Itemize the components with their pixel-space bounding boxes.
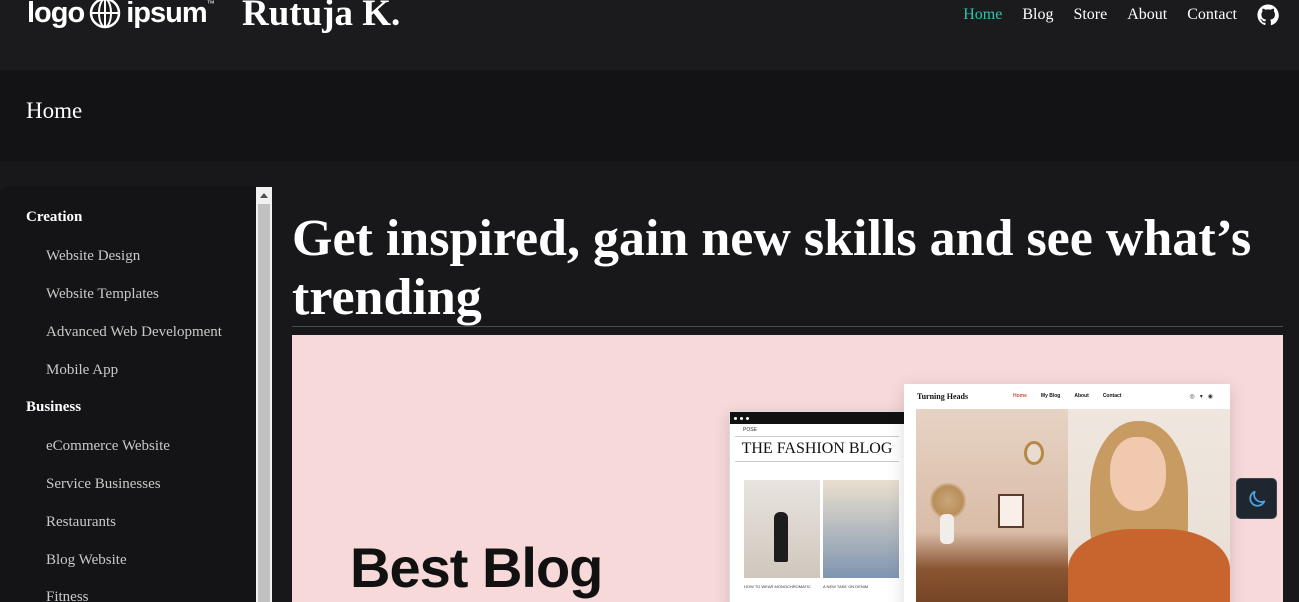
sidebar-item-mobile-app[interactable]: Mobile App	[46, 362, 118, 379]
social-icons: ◎▾◉	[1189, 394, 1218, 400]
phone-status-bar	[730, 412, 904, 424]
desktop-mockup: Turning Heads Home My Blog About Contact…	[904, 384, 1230, 602]
sidebar-item-website-templates[interactable]: Website Templates	[46, 286, 159, 303]
page-header: Home	[0, 70, 1299, 162]
mobile-mockup: POSE THE FASHION BLOG HOW TO WEAR MONOCH…	[729, 411, 905, 602]
logo-text-left: logo	[27, 0, 85, 29]
hero-banner-image: Best Blog POSE THE FASHION BLOG HOW TO W…	[292, 335, 1283, 602]
vase-decor	[940, 514, 954, 544]
desktop-mockup-link: About	[1074, 393, 1089, 399]
logo[interactable]: logo ipsum ™	[27, 0, 215, 30]
sidebar-menu: Creation Website Design Website Template…	[0, 187, 256, 602]
nav-store[interactable]: Store	[1073, 6, 1107, 24]
banner-title: Best Blog	[350, 536, 603, 599]
theme-toggle-button[interactable]	[1236, 478, 1277, 519]
desktop-mockup-link: Home	[1013, 393, 1027, 399]
phone-blog-title: THE FASHION BLOG	[735, 436, 899, 462]
globe-icon	[89, 0, 121, 29]
scroll-thumb[interactable]	[258, 204, 270, 602]
desktop-mockup-brand: Turning Heads	[917, 392, 969, 401]
sidebar-item-restaurants[interactable]: Restaurants	[46, 514, 116, 531]
sidebar-scrollbar[interactable]	[256, 187, 272, 602]
sidebar-item-advanced-web-development[interactable]: Advanced Web Development	[46, 324, 222, 341]
main-nav: Home Blog Store About Contact	[943, 4, 1279, 26]
sidebar-group-business[interactable]: Business	[26, 399, 81, 416]
portrait-face	[1110, 437, 1166, 511]
portrait-sweater	[1068, 529, 1230, 602]
github-icon[interactable]	[1257, 4, 1279, 26]
nav-blog[interactable]: Blog	[1022, 6, 1053, 24]
sidebar-item-website-design[interactable]: Website Design	[46, 248, 140, 265]
scroll-up-arrow-icon[interactable]	[256, 187, 272, 203]
desktop-mockup-link: Contact	[1102, 393, 1122, 399]
nav-about[interactable]: About	[1127, 6, 1167, 24]
desktop-mockup-link: My Blog	[1040, 393, 1061, 399]
heading-divider	[292, 326, 1283, 327]
site-name[interactable]: Rutuja K.	[242, 0, 400, 35]
sidebar-item-fitness[interactable]: Fitness	[46, 589, 89, 602]
phone-photo-1	[744, 480, 820, 578]
page-title: Home	[26, 98, 83, 123]
phone-caption-2: A NEW TAKE ON DENIM	[823, 584, 869, 589]
sidebar-item-ecommerce-website[interactable]: eCommerce Website	[46, 438, 170, 455]
moon-icon	[1248, 490, 1265, 507]
nav-contact[interactable]: Contact	[1187, 6, 1237, 24]
mirror-decor	[1024, 441, 1044, 465]
sidebar-item-blog-website[interactable]: Blog Website	[46, 552, 127, 569]
top-navbar: logo ipsum ™ Rutuja K. Home Blog Store A…	[0, 0, 1299, 70]
main-content: Get inspired, gain new skills and see wh…	[292, 187, 1283, 602]
room-photo	[916, 409, 1068, 602]
nav-home[interactable]: Home	[963, 6, 1002, 24]
hero-heading: Get inspired, gain new skills and see wh…	[292, 210, 1252, 326]
sidebar: Creation Website Design Website Template…	[0, 187, 272, 602]
phone-photo-2	[823, 480, 899, 578]
picture-frame-decor	[998, 494, 1024, 528]
logo-text-right: ipsum	[126, 0, 207, 29]
desktop-mockup-links: Home My Blog About Contact	[1013, 393, 1135, 399]
phone-caption-1: HOW TO WEAR MONOCHROMATIC	[744, 584, 811, 589]
sidebar-item-service-businesses[interactable]: Service Businesses	[46, 476, 161, 493]
phone-nav-label: POSE	[743, 427, 757, 433]
trademark-mark: ™	[206, 0, 215, 8]
sidebar-group-creation[interactable]: Creation	[26, 209, 82, 226]
desktop-mockup-nav: Turning Heads Home My Blog About Contact…	[904, 384, 1230, 409]
portrait-photo	[1068, 409, 1230, 602]
